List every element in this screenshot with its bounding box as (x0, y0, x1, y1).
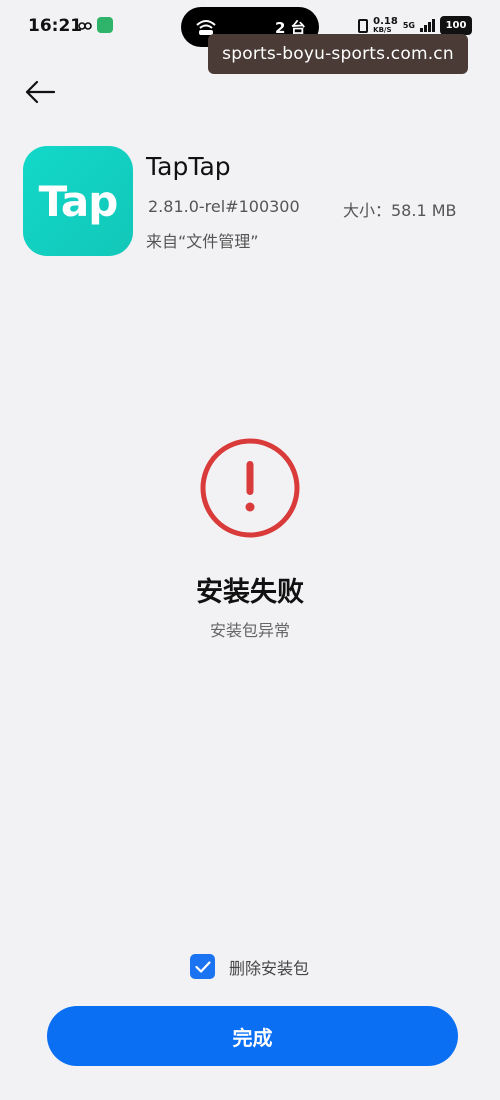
app-name: TapTap (146, 152, 231, 181)
exclamation-circle-icon (200, 438, 300, 538)
cloud-sync-icon (78, 22, 92, 30)
vibrate-icon (358, 18, 369, 33)
app-source: 来自“文件管理” (146, 232, 259, 251)
battery-icon: 100 (440, 16, 472, 35)
install-failed-title: 安装失败 (196, 577, 304, 608)
status-indicators: 0.18 KB/S 5G 100 (358, 16, 472, 35)
network-speed: 0.18 KB/S (373, 15, 398, 34)
app-notification-icon (97, 17, 113, 33)
delete-package-checkbox[interactable] (190, 954, 215, 979)
app-icon: Tap (23, 146, 133, 256)
delete-package-label: 删除安装包 (229, 958, 310, 978)
delete-package-option[interactable]: 删除安装包 (190, 954, 309, 979)
network-type: 5G (402, 21, 415, 30)
done-button[interactable]: 完成 (47, 1006, 458, 1066)
status-time: 16:21 (28, 16, 83, 36)
back-button[interactable] (20, 72, 60, 112)
app-version: 2.81.0-rel#100300 (148, 197, 300, 216)
signal-strength-icon (420, 19, 435, 32)
watermark: sports-boyu-sports.com.cn (208, 34, 468, 74)
install-failed-reason: 安装包异常 (209, 621, 290, 640)
app-size: 大小：58.1 MB (343, 201, 457, 220)
arrow-left-icon (25, 80, 56, 104)
app-icon-text: Tap (38, 176, 119, 226)
checkmark-icon (194, 960, 211, 973)
